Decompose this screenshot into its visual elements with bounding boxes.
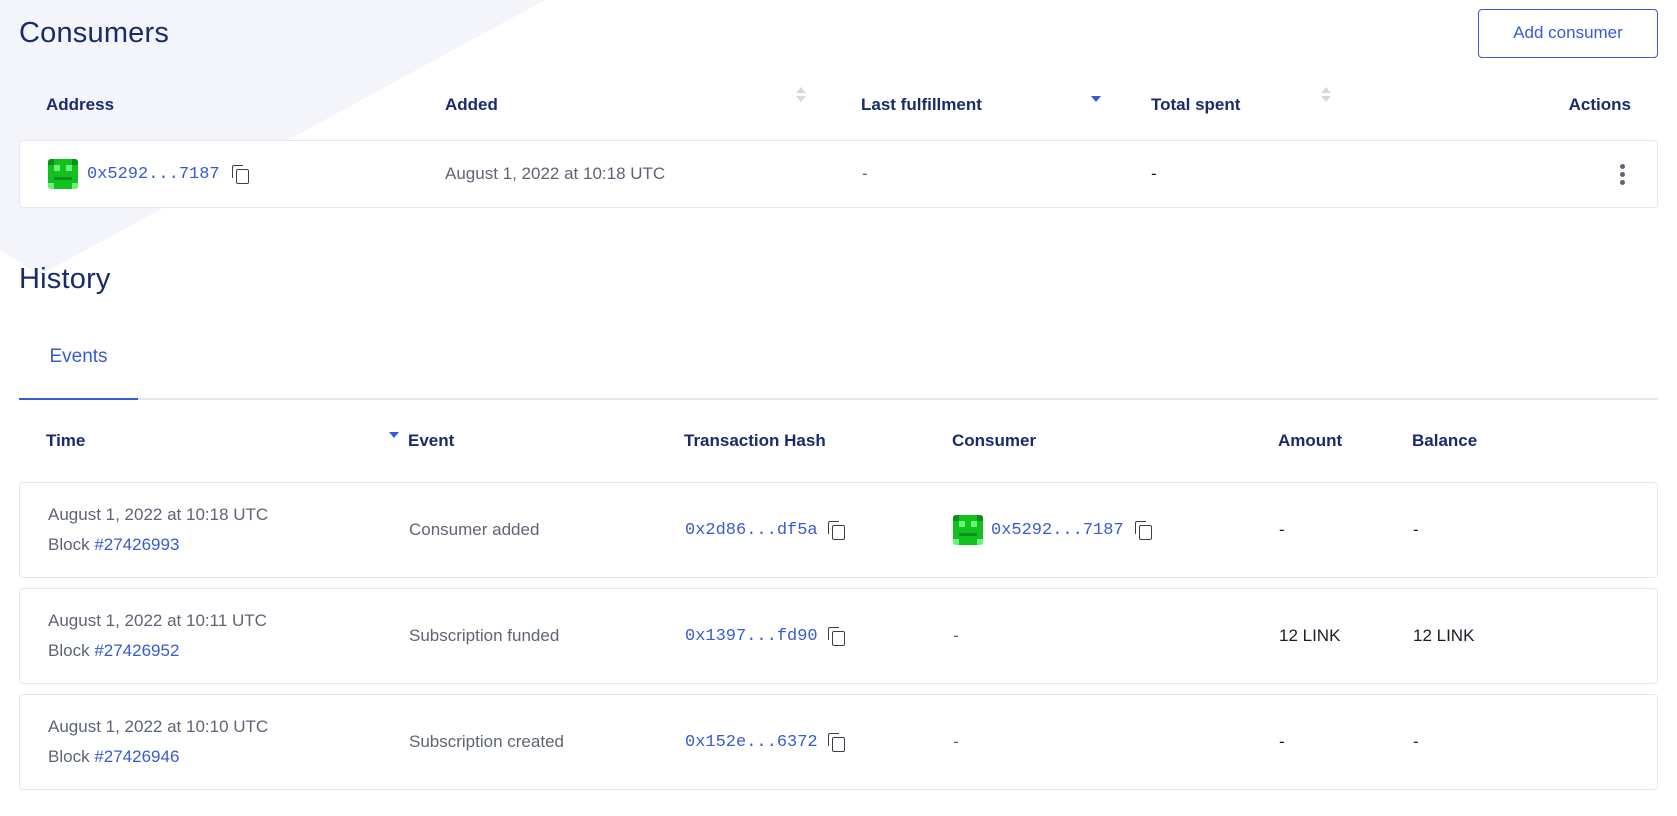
address-cell: 0x5292...7187 [20,159,419,189]
column-address-label: Address [46,95,115,114]
column-consumer: Consumer [952,431,1278,451]
column-address: Address [19,95,418,115]
amount-cell: - [1279,520,1285,539]
history-tabs: Events [19,324,1658,400]
copy-icon[interactable] [827,521,845,540]
time-cell: August 1, 2022 at 10:11 UTC Block #27426… [20,606,409,666]
column-time[interactable]: Time [19,423,408,451]
consumer-address-link[interactable]: 0x5292...7187 [991,521,1124,540]
copy-icon[interactable] [827,627,845,646]
column-total-spent[interactable]: Total spent [1124,87,1353,115]
column-added-label: Added [445,95,498,114]
sort-icon[interactable] [389,422,399,440]
block-label: Block [48,641,90,660]
history-title: History [19,263,111,295]
balance-cell: - [1413,732,1419,751]
amount-cell: 12 LINK [1279,626,1341,645]
time-cell: August 1, 2022 at 10:18 UTC Block #27426… [20,500,409,560]
tx-hash-link[interactable]: 0x1397...fd90 [685,627,818,646]
copy-icon[interactable] [1134,521,1152,540]
kebab-menu-icon[interactable] [1617,163,1627,185]
page: Consumers Add consumer Address Added Las… [0,0,1677,790]
event-time: August 1, 2022 at 10:11 UTC [48,611,267,630]
consumer-cell: 0x5292...7187 [953,515,1279,545]
total-spent-cell: - [1151,164,1157,183]
column-event-label: Event [408,431,455,450]
tx-hash-link[interactable]: 0x2d86...df5a [685,521,818,540]
tab-events[interactable]: Events [19,324,138,400]
column-last-fulfillment-label: Last fulfillment [861,95,982,114]
table-row: August 1, 2022 at 10:10 UTC Block #27426… [19,694,1658,790]
column-actions: Actions [1353,95,1658,115]
event-cell: Subscription funded [409,626,560,645]
sort-icon[interactable] [1091,86,1101,104]
amount-cell: - [1279,732,1285,751]
history-table-header: Time Event Transaction Hash Consumer Amo… [19,400,1658,482]
consumers-table-header: Address Added Last fulfillment Total spe… [19,70,1658,140]
column-transaction-hash-label: Transaction Hash [684,431,826,450]
event-cell: Consumer added [409,520,540,539]
actions-cell [1354,163,1657,185]
column-event: Event [408,431,684,451]
sort-icon[interactable] [796,86,806,104]
consumers-header: Consumers Add consumer [19,0,1658,70]
event-cell: Subscription created [409,732,564,751]
balance-cell: - [1413,520,1419,539]
column-amount: Amount [1278,431,1412,451]
avatar [953,515,983,545]
block-label: Block [48,535,90,554]
balance-cell: 12 LINK [1413,626,1475,645]
block-link[interactable]: #27426952 [94,641,179,660]
column-last-fulfillment[interactable]: Last fulfillment [835,87,1124,115]
column-actions-label: Actions [1568,95,1631,114]
sort-icon[interactable] [1321,86,1331,104]
consumer-cell: - [953,626,959,645]
column-balance-label: Balance [1412,431,1478,450]
consumers-title: Consumers [19,17,170,49]
event-time: August 1, 2022 at 10:10 UTC [48,717,269,736]
column-added[interactable]: Added [418,87,835,115]
added-cell: August 1, 2022 at 10:18 UTC [445,164,666,183]
column-balance: Balance [1412,431,1658,451]
block-label: Block [48,747,90,766]
column-time-label: Time [46,431,86,450]
table-row: 0x5292...7187 August 1, 2022 at 10:18 UT… [19,140,1658,208]
column-amount-label: Amount [1278,431,1343,450]
copy-icon[interactable] [827,733,845,752]
block-link[interactable]: #27426946 [94,747,179,766]
tx-hash-cell: 0x1397...fd90 [685,627,953,646]
column-consumer-label: Consumer [952,431,1037,450]
time-cell: August 1, 2022 at 10:10 UTC Block #27426… [20,712,409,772]
table-row: August 1, 2022 at 10:18 UTC Block #27426… [19,482,1658,578]
consumer-cell: - [953,732,959,751]
column-total-spent-label: Total spent [1151,95,1241,114]
column-transaction-hash: Transaction Hash [684,431,952,451]
last-fulfillment-cell: - [862,164,868,183]
copy-icon[interactable] [231,165,249,184]
block-link[interactable]: #27426993 [94,535,179,554]
consumer-address-link[interactable]: 0x5292...7187 [87,165,220,184]
event-time: August 1, 2022 at 10:18 UTC [48,505,269,524]
avatar [48,159,78,189]
tx-hash-cell: 0x152e...6372 [685,733,953,752]
tx-hash-cell: 0x2d86...df5a [685,521,953,540]
table-row: August 1, 2022 at 10:11 UTC Block #27426… [19,588,1658,684]
tx-hash-link[interactable]: 0x152e...6372 [685,733,818,752]
add-consumer-button[interactable]: Add consumer [1478,8,1658,58]
